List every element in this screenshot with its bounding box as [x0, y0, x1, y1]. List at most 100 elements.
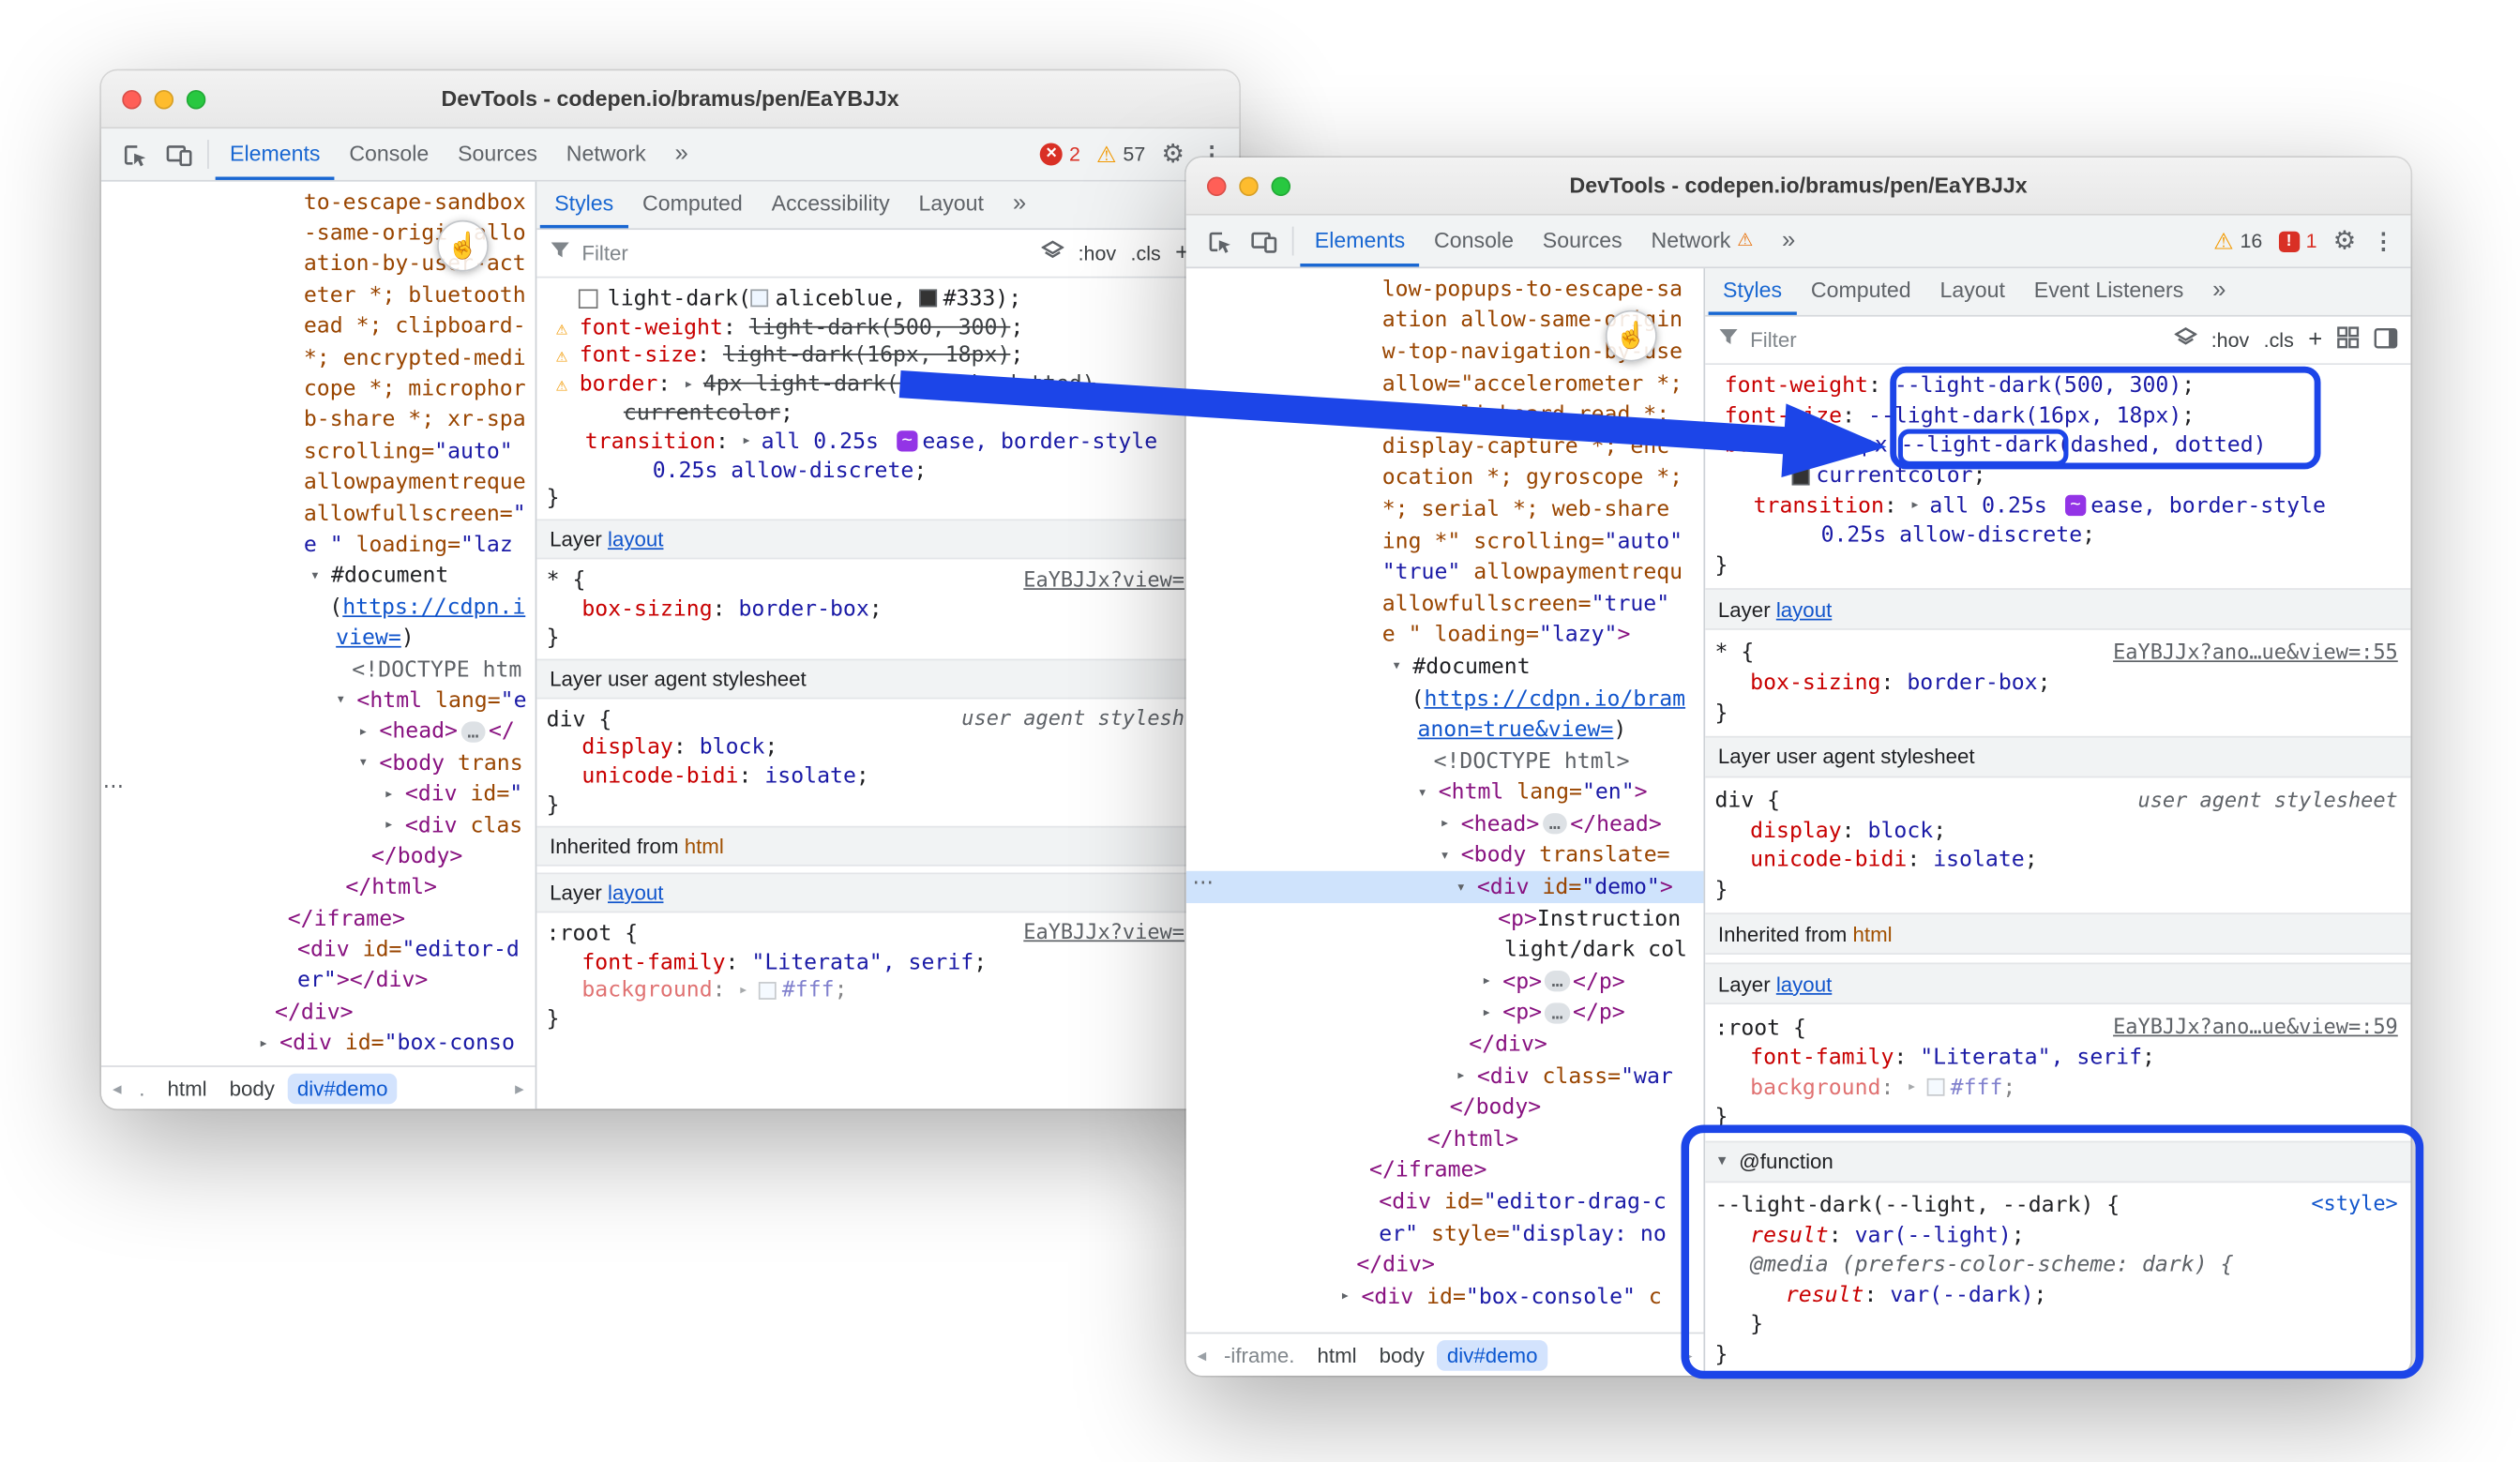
settings-gear-icon[interactable]: ⚙: [2333, 225, 2357, 257]
code-line[interactable]: display: block;: [1705, 816, 2410, 846]
styles-section-header[interactable]: Inherited from html: [536, 826, 1239, 867]
code-line[interactable]: ▸<div id="box-console" c: [1186, 1281, 1704, 1313]
code-line[interactable]: ⚠ font-size: light-dark(16px, 18px);: [536, 341, 1239, 369]
tab-styles[interactable]: Styles: [1709, 268, 1797, 315]
code-line[interactable]: ▸<p>…</p>: [1186, 966, 1704, 998]
code-line[interactable]: ▸<div class="war: [1186, 1061, 1704, 1093]
kebab-menu-icon[interactable]: ⋮: [2372, 227, 2394, 254]
code-line[interactable]: "true" allowpaymentrequ: [1186, 557, 1704, 589]
device-toolbar-icon[interactable]: [1241, 216, 1286, 267]
code-line[interactable]: <div id="editor-drag-c: [1186, 1186, 1704, 1218]
code-line[interactable]: </html>: [101, 872, 536, 903]
code-line[interactable]: display: block;: [536, 733, 1239, 761]
code-line[interactable]: transition: ▸ all 0.25s ~ease, border-st…: [536, 428, 1239, 456]
console-warnings-badge[interactable]: ⚠ 16: [2213, 227, 2262, 254]
more-sidebar-tabs-chevron[interactable]: »: [998, 182, 1040, 229]
code-line[interactable]: ▾<html lang="en">: [1186, 777, 1704, 809]
code-line[interactable]: result: var(--dark);: [1705, 1280, 2410, 1310]
code-line[interactable]: display-capture *; enc: [1186, 430, 1704, 462]
toggle-class-button[interactable]: .cls: [2264, 328, 2294, 351]
code-line[interactable]: currentcolor;: [536, 399, 1239, 427]
code-line[interactable]: e " loading="lazy">: [1186, 620, 1704, 652]
styles-section-header[interactable]: Layer user agent stylesheet: [536, 658, 1239, 699]
element-states-icon[interactable]: [2174, 326, 2196, 354]
code-line[interactable]: currentcolor;: [1705, 460, 2410, 490]
code-line[interactable]: }: [536, 1005, 1239, 1033]
console-errors-badge[interactable]: ✕ 2: [1040, 143, 1080, 166]
code-line[interactable]: * {EaYBJJx?ano…ue&view=:55: [1705, 639, 2410, 669]
tab-console[interactable]: Console: [1420, 216, 1529, 267]
code-line[interactable]: scrolling="auto": [101, 436, 536, 467]
breadcrumb-forward-icon[interactable]: ▸: [1679, 1344, 1698, 1364]
settings-gear-icon[interactable]: ⚙: [1161, 138, 1185, 170]
code-line[interactable]: div {user agent stylesheet: [1705, 786, 2410, 816]
code-line[interactable]: light/dark col: [1186, 934, 1704, 966]
code-line[interactable]: ▾<html lang="e: [101, 685, 536, 716]
titlebar[interactable]: DevTools - codepen.io/bramus/pen/EaYBJJx: [1186, 158, 2411, 216]
code-line[interactable]: ing *" scrolling="auto": [1186, 525, 1704, 557]
code-line[interactable]: </div>: [1186, 1249, 1704, 1281]
code-line[interactable]: cope *; microphor: [101, 373, 536, 404]
code-line[interactable]: font-family: "Literata", serif;: [536, 948, 1239, 976]
code-line[interactable]: (https://cdpn.io/bram: [1186, 683, 1704, 715]
code-line[interactable]: <!DOCTYPE htm: [101, 654, 536, 685]
toggle-hover-button[interactable]: :hov: [2211, 328, 2250, 351]
grid-icon[interactable]: [2337, 326, 2360, 354]
code-line[interactable]: b-share *; xr-spa: [101, 404, 536, 435]
styles-section-header[interactable]: Layer layout: [1705, 963, 2410, 1005]
code-line[interactable]: *; encrypted-medi: [101, 342, 536, 373]
tab-elements[interactable]: Elements: [1300, 216, 1419, 267]
breadcrumb-item-body[interactable]: body: [219, 1073, 284, 1104]
code-line[interactable]: </body>: [1186, 1092, 1704, 1123]
rule-source-link[interactable]: user agent stylesheet: [2138, 789, 2398, 813]
code-line[interactable]: ▸<head>…</: [101, 716, 536, 747]
more-tabs-chevron[interactable]: »: [1768, 216, 1812, 267]
code-line[interactable]: ▸<div clas: [101, 809, 536, 840]
code-line[interactable]: <p>Instruction: [1186, 903, 1704, 935]
toggle-class-button[interactable]: .cls: [1131, 242, 1161, 264]
code-line[interactable]: ▸<head>…</head>: [1186, 808, 1704, 840]
code-line[interactable]: allow="accelerometer *;: [1186, 368, 1704, 399]
code-line[interactable]: unicode-bidi: isolate;: [1705, 846, 2410, 876]
code-line[interactable]: border: ▸ 4px --light-dark(dashed, dotte…: [1705, 431, 2410, 461]
code-line[interactable]: allowfullscreen=": [101, 498, 536, 529]
close-button[interactable]: [122, 89, 142, 109]
code-line[interactable]: a *; clipboard-read *;: [1186, 399, 1704, 431]
zoom-button[interactable]: [187, 89, 206, 109]
code-line[interactable]: er" style="display: no: [1186, 1218, 1704, 1250]
code-line[interactable]: }: [1705, 1103, 2410, 1133]
styles-section-header[interactable]: Layer layout: [536, 520, 1239, 560]
code-line[interactable]: unicode-bidi: isolate;: [536, 762, 1239, 791]
code-line[interactable]: allowfullscreen="true": [1186, 588, 1704, 620]
breadcrumb-item[interactable]: -iframe.: [1215, 1339, 1305, 1370]
tab-accessibility[interactable]: Accessibility: [757, 182, 904, 229]
breadcrumb-item-selected[interactable]: div#demo: [288, 1073, 398, 1104]
breadcrumb-back-icon[interactable]: ◂: [1193, 1344, 1212, 1364]
filter-input[interactable]: Filter: [1750, 328, 1797, 353]
code-line[interactable]: background: ▸ #fff;: [1705, 1073, 2410, 1103]
code-line[interactable]: }: [536, 485, 1239, 513]
code-line[interactable]: }: [536, 624, 1239, 652]
code-line[interactable]: }: [1705, 1310, 2410, 1340]
rule-source-link[interactable]: EaYBJJx?view=: [1023, 568, 1185, 593]
inspect-icon[interactable]: [111, 128, 156, 180]
styles-section-header[interactable]: Layer layout: [1705, 588, 2410, 630]
rule-source-link[interactable]: EaYBJJx?ano…ue&view=:59: [2113, 1016, 2398, 1040]
breadcrumb-item-html[interactable]: html: [1307, 1339, 1366, 1370]
code-line[interactable]: 0.25s allow-discrete;: [1705, 520, 2410, 550]
tab-elements[interactable]: Elements: [216, 128, 335, 180]
code-line[interactable]: <!DOCTYPE html>: [1186, 746, 1704, 777]
tab-computed[interactable]: Computed: [628, 182, 758, 229]
code-line[interactable]: ▸<div id=": [101, 778, 536, 809]
code-line[interactable]: 0.25s allow-discrete;: [536, 456, 1239, 484]
code-line[interactable]: }: [1705, 698, 2410, 728]
code-line[interactable]: light-dark(aliceblue, #333);: [536, 284, 1239, 312]
code-line[interactable]: ⚠ border: ▸ 4px light-dark(dashed, dotte…: [536, 370, 1239, 399]
tab-computed[interactable]: Computed: [1796, 268, 1925, 315]
code-line[interactable]: ▾#document: [1186, 651, 1704, 683]
code-line[interactable]: </iframe>: [1186, 1154, 1704, 1186]
breadcrumb-forward-icon[interactable]: ▸: [510, 1078, 529, 1098]
rule-source-link[interactable]: EaYBJJx?ano…ue&view=:55: [2113, 641, 2398, 666]
code-line[interactable]: ▾#document: [101, 561, 536, 592]
filter-input[interactable]: Filter: [581, 241, 628, 265]
